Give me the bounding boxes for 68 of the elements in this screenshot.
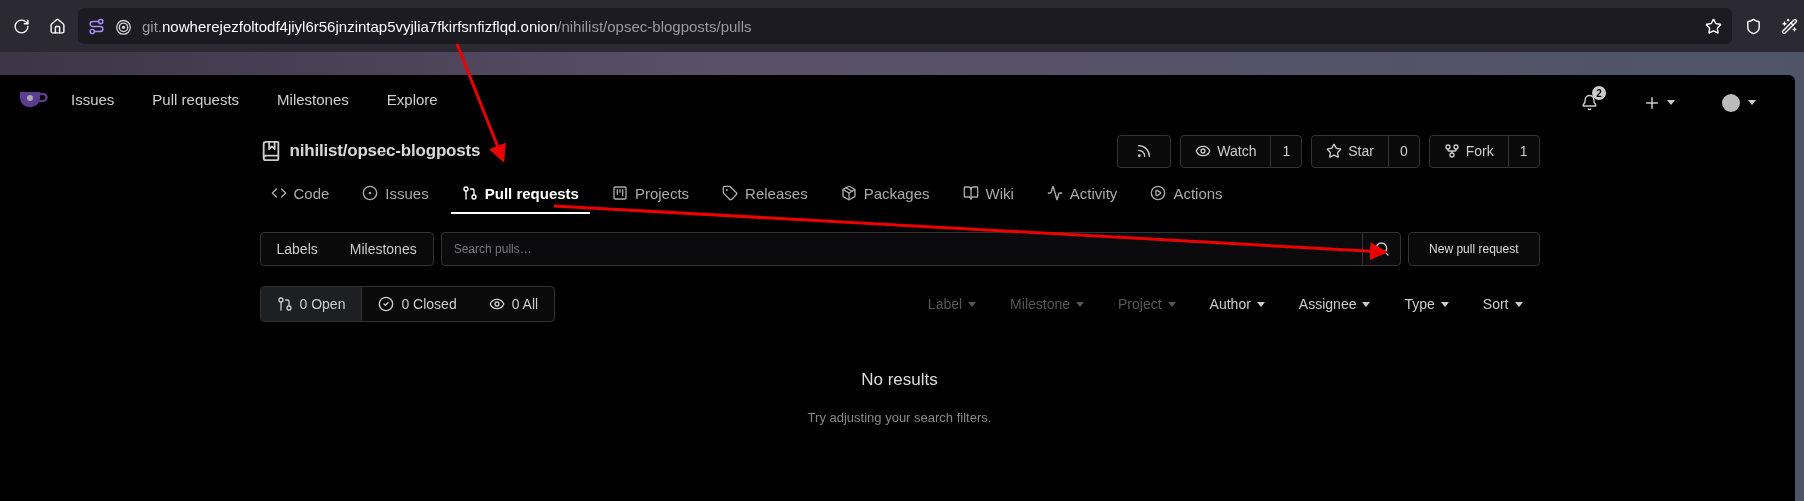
caret-icon (1514, 301, 1523, 307)
kanban-icon (611, 185, 628, 201)
filter-dropdown[interactable]: Sort (1465, 296, 1540, 312)
state-tab[interactable]: 0 Open (260, 287, 363, 321)
repo-tab[interactable]: Projects (600, 174, 701, 214)
eye-icon (1195, 143, 1212, 159)
star-icon (1326, 143, 1343, 159)
repo-title[interactable]: nihilist/opsec-blogposts (289, 141, 481, 161)
empty-hint: Try adjusting your search filters. (807, 410, 992, 425)
rss-button[interactable] (1117, 134, 1172, 168)
nav-link[interactable]: Issues (56, 90, 130, 108)
filter-dropdown[interactable]: Author (1192, 296, 1282, 312)
nav-link[interactable]: Milestones (262, 90, 364, 108)
state-tab[interactable]: 0 All (472, 287, 555, 321)
code-icon (270, 185, 287, 201)
url-text: git.nowherejezfoltodf4jiyl6r56jnzintap5vyjlia7fkirfsnfizflqd.onion/nihilist/opsec-blogposts/pulls (142, 17, 752, 35)
teacup-logo-icon[interactable] (18, 89, 48, 109)
onion-icon (115, 17, 132, 35)
caret-icon (1748, 100, 1756, 105)
repo-tab[interactable]: Wiki (951, 174, 1025, 214)
filter-dropdown[interactable]: Assignee (1281, 296, 1388, 312)
eye-icon (488, 296, 505, 312)
repo-tab[interactable]: Activity (1035, 174, 1129, 214)
fork-button[interactable]: Fork 1 (1428, 134, 1540, 168)
empty-title: No results (861, 370, 938, 390)
notification-count: 2 (1592, 86, 1606, 100)
repo-tab[interactable]: Releases (711, 174, 819, 214)
bell-icon (1581, 94, 1598, 111)
filter-dropdown[interactable]: Type (1387, 296, 1466, 312)
filter-link[interactable]: Milestones (333, 233, 433, 265)
pull-request-icon (276, 296, 293, 312)
repo-tab[interactable]: Packages (829, 174, 941, 214)
notifications-button[interactable]: 2 (1579, 85, 1607, 113)
route-icon (88, 17, 105, 35)
state-tab[interactable]: 0 Closed (362, 287, 473, 321)
repo-tab[interactable]: Actions (1139, 174, 1234, 214)
filter-link[interactable]: Labels (260, 233, 334, 265)
count: 1 (1270, 135, 1302, 167)
address-bar[interactable]: git.nowherejezfoltodf4jiyl6r56jnzintap5vyjlia7fkirfsnfizflqd.onion/nihilist/opsec-blogposts/pulls (78, 8, 1732, 44)
new-pull-request-button[interactable]: New pull request (1408, 232, 1540, 266)
nav-link[interactable]: Explore (371, 90, 453, 108)
circle-dot-icon (362, 185, 379, 201)
caret-icon (1076, 301, 1085, 307)
caret-icon (1667, 100, 1675, 105)
caret-icon (1256, 301, 1265, 307)
star-button[interactable]: Star 0 (1311, 134, 1420, 168)
book-icon (962, 185, 979, 201)
caret-icon (1440, 301, 1449, 307)
count: 1 (1507, 135, 1539, 167)
avatar-icon (1720, 92, 1742, 113)
repo-tab[interactable]: Issues (351, 174, 440, 214)
bookmark-star-icon[interactable] (1705, 17, 1722, 35)
activity-icon (1046, 185, 1063, 201)
play-icon (1150, 185, 1167, 201)
fork-icon (1443, 143, 1460, 159)
caret-icon (1362, 301, 1371, 307)
caret-icon (1167, 301, 1176, 307)
caret-icon (968, 301, 977, 307)
rss-icon (1136, 143, 1153, 159)
tag-icon (722, 185, 739, 201)
pull-request-icon (461, 185, 478, 201)
watch-button[interactable]: Watch 1 (1180, 134, 1303, 168)
check-circle-icon (378, 296, 395, 312)
repo-tab[interactable]: Pull requests (450, 174, 590, 214)
count: 0 (1387, 135, 1419, 167)
repo-tab[interactable]: Code (259, 174, 341, 214)
nav-link[interactable]: Pull requests (137, 90, 255, 108)
package-icon (840, 185, 857, 201)
